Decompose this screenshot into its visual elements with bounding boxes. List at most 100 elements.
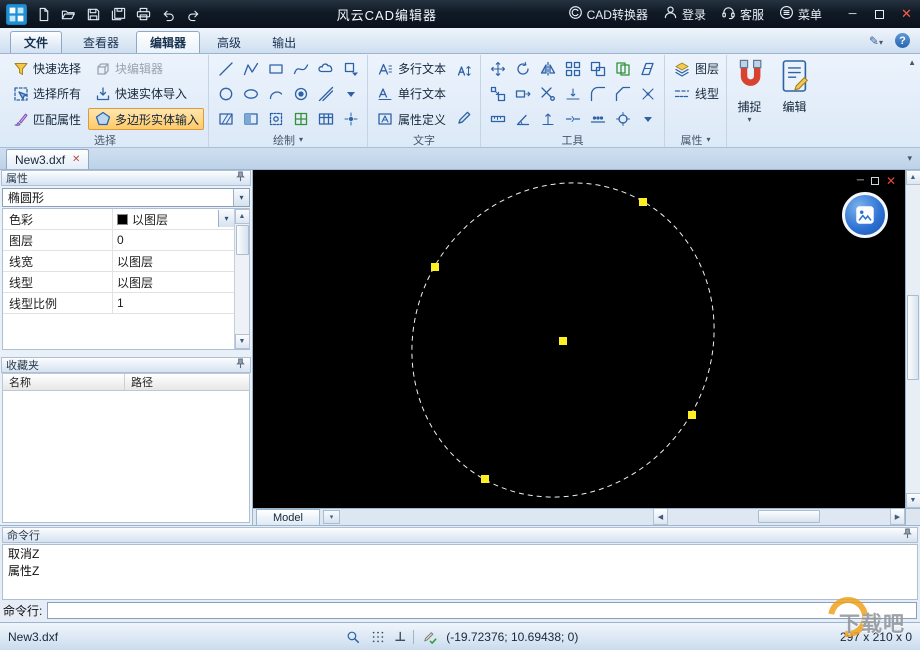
help-icon[interactable]: ? [895, 33, 910, 48]
new-file-icon[interactable] [31, 2, 56, 26]
tab-advanced[interactable]: 高级 [203, 31, 255, 53]
scroll-down-icon[interactable]: ▼ [234, 334, 250, 349]
quick-entity-import-button[interactable]: 快速实体导入 [88, 83, 204, 105]
tab-output[interactable]: 输出 [258, 31, 310, 53]
property-grid-scrollbar[interactable]: ▲ ▼ [234, 209, 250, 349]
view-navigation-button[interactable] [842, 192, 888, 238]
property-row-linetype[interactable]: 线型 以图层 [3, 272, 234, 293]
favorites-list-body[interactable] [2, 391, 250, 523]
document-tab-close-icon[interactable]: ✕ [72, 154, 80, 165]
tab-file[interactable]: 文件 [10, 31, 63, 53]
singleline-text-button[interactable]: 单行文本 [372, 83, 449, 105]
customize-quickaccess-icon[interactable]: ✎▾ [869, 34, 883, 48]
rotate-icon[interactable] [510, 57, 535, 80]
spline-icon[interactable] [288, 57, 313, 80]
grip[interactable] [559, 337, 567, 345]
tab-viewer[interactable]: 查看器 [69, 31, 133, 53]
donut-icon[interactable] [288, 82, 313, 105]
chamfer-icon[interactable] [610, 82, 635, 105]
grid-snap-icon[interactable] [369, 628, 387, 646]
cad-converter-button[interactable]: CAD转换器 [568, 5, 648, 23]
stretch-icon[interactable] [510, 82, 535, 105]
grip[interactable] [481, 475, 489, 483]
table-icon[interactable] [313, 108, 338, 131]
align-icon[interactable] [535, 108, 560, 131]
select-all-button[interactable]: 选择所有 [6, 83, 86, 105]
divide-icon[interactable] [585, 108, 610, 131]
circle-icon[interactable] [213, 82, 238, 105]
zoom-icon[interactable] [344, 628, 362, 646]
linetype-button[interactable]: 线型 [669, 83, 722, 105]
maximize-button[interactable] [866, 0, 893, 28]
point-icon[interactable] [338, 108, 363, 131]
entity-type-selector[interactable]: 椭圆形 ▾ [2, 188, 250, 207]
mirror-icon[interactable] [535, 57, 560, 80]
scroll-right-icon[interactable]: ▶ [890, 509, 905, 525]
close-button[interactable]: ✕ [893, 0, 920, 28]
vertical-scrollbar[interactable]: ▲ ▼ [905, 170, 920, 508]
tab-editor[interactable]: 编辑器 [136, 31, 201, 53]
layout-list-dropdown-icon[interactable]: ▾ [322, 510, 340, 524]
properties-group-label[interactable]: 属性 ▾ [669, 132, 722, 147]
grip[interactable] [688, 411, 696, 419]
revision-cloud-icon[interactable] [313, 57, 338, 80]
construction-line-icon[interactable] [313, 82, 338, 105]
measure-icon[interactable] [485, 108, 510, 131]
gradient-icon[interactable] [238, 108, 263, 131]
draw-flyout-icon[interactable] [338, 82, 363, 105]
draw-more-icon[interactable] [338, 57, 363, 80]
boundary-icon[interactable] [263, 108, 288, 131]
polyline-icon[interactable] [238, 57, 263, 80]
command-input[interactable] [47, 601, 917, 619]
hscroll-thumb[interactable] [758, 510, 820, 523]
erase-icon[interactable] [635, 57, 660, 80]
save-all-icon[interactable] [106, 2, 131, 26]
scrollbar-thumb[interactable] [235, 225, 249, 255]
property-row-linetype-scale[interactable]: 线型比例 1 [3, 293, 234, 314]
match-properties-button[interactable]: 匹配属性 [6, 108, 86, 130]
draw-group-label[interactable]: 绘制 ▾ [213, 132, 363, 147]
scale-icon[interactable] [485, 82, 510, 105]
rectangle-icon[interactable] [263, 57, 288, 80]
scroll-up-icon[interactable]: ▲ [234, 209, 250, 224]
snap-button[interactable]: 捕捉 ▾ [727, 55, 772, 147]
pin-icon[interactable] [235, 358, 246, 372]
doctab-overflow-icon[interactable]: ▾ [907, 153, 912, 164]
scroll-left-icon[interactable]: ◀ [653, 509, 668, 525]
scroll-up-icon[interactable]: ▲ [905, 170, 920, 185]
fillet-icon[interactable] [585, 82, 610, 105]
polygon-entity-input-button[interactable]: 多边形实体输入 [88, 108, 205, 131]
layer-button[interactable]: 图层 [669, 58, 722, 80]
horizontal-scrollbar[interactable]: ◀ ▶ [653, 508, 905, 525]
undo-icon[interactable] [156, 2, 181, 26]
canvas-minimize-icon[interactable]: ─ [857, 176, 864, 186]
copy-icon[interactable] [610, 57, 635, 80]
multiline-text-button[interactable]: 多行文本 [372, 58, 449, 80]
drawing-canvas[interactable]: ─ ✕ Model ▾ ◀ ▶ ▲ ▼ [253, 170, 920, 525]
color-dropdown-icon[interactable]: ▾ [218, 210, 234, 227]
redo-icon[interactable] [181, 2, 206, 26]
pin-icon[interactable] [902, 528, 913, 542]
edit-button[interactable]: 编辑 [772, 55, 817, 147]
pin-icon[interactable] [235, 171, 246, 185]
favorites-path-column[interactable]: 路径 [125, 374, 249, 390]
edit-text-icon[interactable] [451, 106, 476, 129]
ribbon-collapse-icon[interactable]: ▲ [908, 58, 916, 67]
document-tab[interactable]: New3.dxf ✕ [6, 149, 90, 169]
save-icon[interactable] [81, 2, 106, 26]
model-tab[interactable]: Model [256, 509, 320, 525]
canvas-close-icon[interactable]: ✕ [886, 175, 896, 187]
explode-icon[interactable] [635, 82, 660, 105]
vscroll-thumb[interactable] [907, 295, 919, 380]
support-button[interactable]: 客服 [721, 5, 764, 23]
menu-button[interactable]: 菜单 [779, 5, 822, 23]
region-icon[interactable] [288, 108, 313, 131]
grip[interactable] [639, 198, 647, 206]
move-icon[interactable] [485, 57, 510, 80]
arc-icon[interactable] [263, 82, 288, 105]
id-point-icon[interactable] [610, 108, 635, 131]
ellipse-icon[interactable] [238, 82, 263, 105]
drawing-svg[interactable] [253, 170, 905, 508]
property-row-lineweight[interactable]: 线宽 以图层 [3, 251, 234, 272]
trim-icon[interactable] [535, 82, 560, 105]
